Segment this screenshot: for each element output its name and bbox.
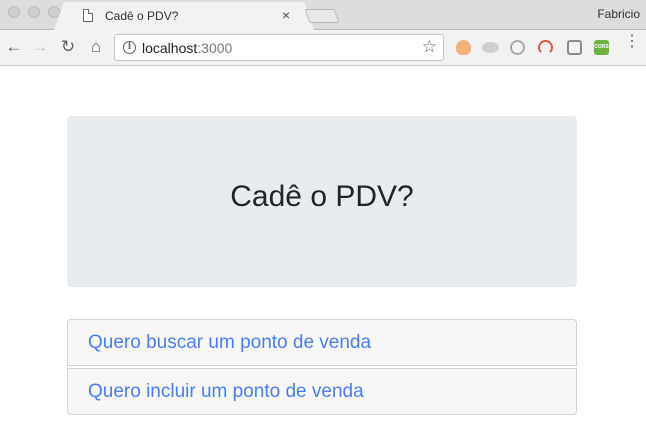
- reload-icon[interactable]: ↻: [58, 37, 78, 57]
- browser-menu-icon[interactable]: ⋮: [624, 34, 640, 50]
- extension-bulb-icon[interactable]: [567, 40, 582, 55]
- search-pdv-link[interactable]: Quero buscar um ponto de venda: [67, 319, 577, 366]
- extension-cors-icon[interactable]: CORS: [594, 40, 609, 55]
- extension-glasses-icon[interactable]: [482, 42, 499, 53]
- extension-hand-icon[interactable]: [456, 40, 471, 55]
- tab-title: Cadê o PDV?: [105, 9, 179, 23]
- back-arrow-icon[interactable]: ←: [4, 37, 24, 57]
- extension-skype-icon[interactable]: [510, 40, 525, 55]
- url-text[interactable]: localhost:3000: [142, 40, 232, 56]
- forward-arrow-icon[interactable]: →: [30, 37, 50, 57]
- profile-name[interactable]: Fabricio: [597, 7, 640, 21]
- address-bar[interactable]: i localhost:3000 ☆: [114, 34, 444, 61]
- browser-tab-bar: Cadê o PDV? × Fabricio: [0, 0, 646, 30]
- url-port: :3000: [197, 40, 233, 56]
- add-pdv-link[interactable]: Quero incluir um ponto de venda: [67, 368, 577, 415]
- new-tab-button[interactable]: [304, 9, 340, 23]
- document-icon: [83, 9, 93, 22]
- browser-tab[interactable]: Cadê o PDV? ×: [64, 2, 304, 30]
- close-window-button[interactable]: [8, 6, 20, 18]
- action-list: Quero buscar um ponto de venda Quero inc…: [67, 319, 577, 415]
- browser-toolbar: ← → ↻ ⌂ i localhost:3000 ☆ CORS ⋮: [0, 30, 646, 66]
- page-title: Cadê o PDV?: [230, 180, 414, 213]
- site-info-icon[interactable]: i: [123, 41, 136, 54]
- home-icon[interactable]: ⌂: [86, 37, 106, 57]
- bookmark-star-icon[interactable]: ☆: [422, 37, 437, 57]
- tab-close-icon[interactable]: ×: [282, 7, 290, 23]
- url-host: localhost: [142, 40, 198, 56]
- minimize-window-button[interactable]: [28, 6, 40, 18]
- hero-banner: Cadê o PDV?: [67, 116, 577, 287]
- extension-refresh-icon[interactable]: [538, 40, 553, 55]
